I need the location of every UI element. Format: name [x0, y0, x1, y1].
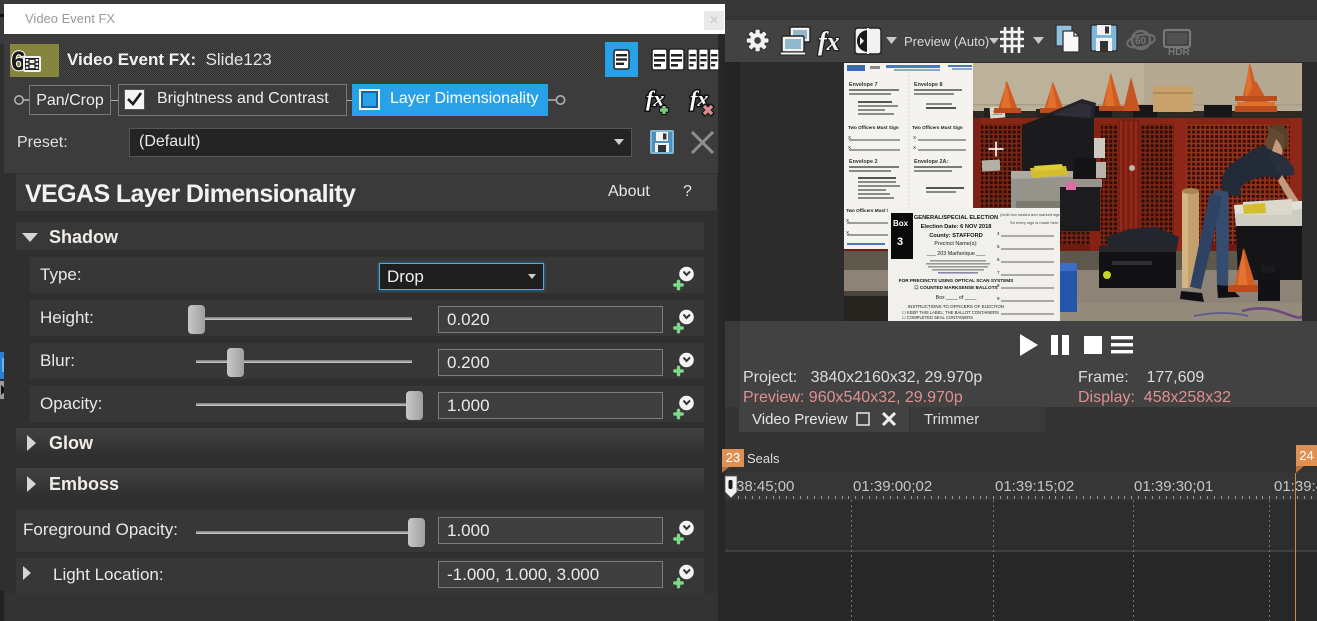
svg-text:7: 7: [997, 270, 1000, 275]
svg-text:Box: Box: [893, 219, 909, 228]
svg-text:60: 60: [1135, 36, 1147, 47]
svg-text:X: X: [913, 135, 916, 140]
svg-text:Two Officers Must Sign: Two Officers Must Sign: [912, 125, 963, 130]
svg-text:8: 8: [997, 283, 1000, 288]
svg-text:Envelope 2: Envelope 2: [849, 159, 877, 165]
svg-text:☐ COMPLETED SEAL CONTAINERS: ☐ COMPLETED SEAL CONTAINERS: [902, 315, 973, 320]
svg-text:(Until box sealed and marked s: (Until box sealed and marked sign): [1000, 212, 1062, 217]
svg-text:INSTRUCTIONS TO OFFICERS OF EL: INSTRUCTIONS TO OFFICERS OF ELECTION: [908, 304, 1004, 309]
svg-text:Two Officers Must Sign: Two Officers Must Sign: [848, 125, 899, 130]
svg-text:X: X: [913, 145, 916, 150]
svg-text:X: X: [846, 230, 849, 235]
svg-text:Election Date: 6 NOV 2018: Election Date: 6 NOV 2018: [921, 224, 992, 230]
svg-text:Box ____ of ____: Box ____ of ____: [936, 295, 977, 301]
svg-text:9: 9: [997, 296, 1000, 301]
svg-text:Precinct Name(s):: Precinct Name(s):: [934, 241, 977, 247]
svg-text:6: 6: [997, 257, 1000, 262]
svg-text:5: 5: [997, 244, 1000, 249]
svg-text:X: X: [848, 145, 851, 150]
svg-text:3: 3: [897, 236, 903, 248]
svg-text:Envelope 2A:: Envelope 2A:: [914, 159, 948, 165]
svg-text:Envelope 8: Envelope 8: [914, 82, 942, 88]
svg-text:☐ COUNTED MARKSENSE BALLOTS: ☐ COUNTED MARKSENSE BALLOTS: [914, 285, 997, 290]
svg-text:fx: fx: [818, 27, 840, 56]
svg-text:X: X: [846, 218, 849, 223]
svg-text:Envelope 7: Envelope 7: [849, 82, 877, 88]
svg-text:Two Officers Must Si: Two Officers Must Si: [846, 208, 891, 213]
svg-text:HDR: HDR: [1168, 47, 1190, 58]
svg-text:___ 203 Marfanique ___: ___ 203 Marfanique ___: [926, 251, 986, 257]
svg-text:4: 4: [997, 231, 1000, 236]
svg-text:X: X: [848, 135, 851, 140]
svg-text:County: STAFFORD: County: STAFFORD: [929, 233, 983, 239]
svg-text:GENERAL/SPECIAL ELECTION: GENERAL/SPECIAL ELECTION: [914, 215, 998, 221]
svg-text:So every sign is made here: So every sign is made here: [1010, 220, 1059, 225]
